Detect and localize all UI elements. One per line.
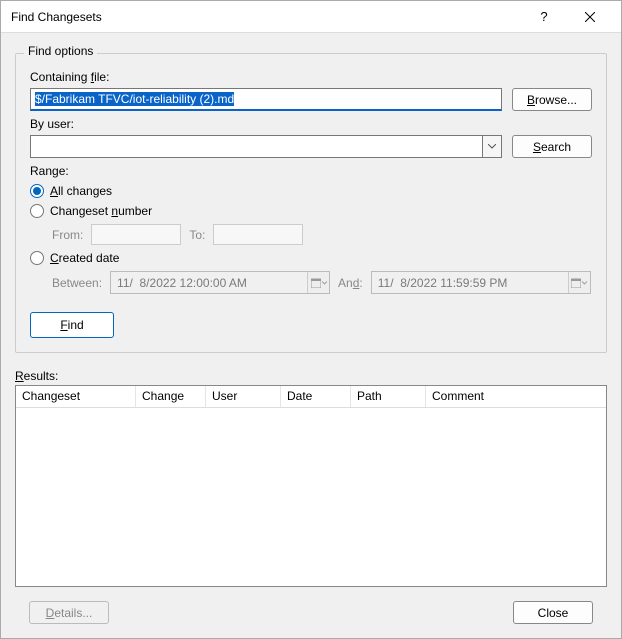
col-date[interactable]: Date xyxy=(281,386,351,407)
containing-file-input[interactable]: $/Fabrikam TFVC/iot-reliability (2).md xyxy=(30,88,502,111)
range-label: Range: xyxy=(30,164,592,178)
date-from-picker-button xyxy=(307,272,329,293)
created-date-subrow: Between: And: xyxy=(52,271,592,294)
dialog-content: Find options Containing file: $/Fabrikam… xyxy=(1,33,621,638)
close-icon xyxy=(585,12,595,22)
col-changeset[interactable]: Changeset xyxy=(16,386,136,407)
col-user[interactable]: User xyxy=(206,386,281,407)
window-title: Find Changesets xyxy=(11,10,521,24)
by-user-input[interactable] xyxy=(30,135,482,158)
close-window-button[interactable] xyxy=(567,2,613,32)
chevron-down-icon xyxy=(322,281,327,285)
col-change[interactable]: Change xyxy=(136,386,206,407)
to-label: To: xyxy=(189,228,205,242)
from-label: From: xyxy=(52,228,83,242)
radio-all-changes[interactable]: All changes xyxy=(30,184,592,198)
titlebar: Find Changesets ? xyxy=(1,1,621,33)
radio-changeset-number[interactable]: Changeset number xyxy=(30,204,592,218)
table-body xyxy=(16,408,606,586)
search-button[interactable]: Search xyxy=(512,135,592,158)
date-to-picker-button xyxy=(568,272,590,293)
by-user-dropdown-button[interactable] xyxy=(482,135,502,158)
changeset-number-subrow: From: To: xyxy=(52,224,592,245)
date-to-input xyxy=(371,271,591,294)
find-options-group: Find options Containing file: $/Fabrikam… xyxy=(15,53,607,353)
help-button[interactable]: ? xyxy=(521,2,567,32)
calendar-icon xyxy=(311,278,321,288)
col-path[interactable]: Path xyxy=(351,386,426,407)
to-input xyxy=(213,224,303,245)
by-user-label: By user: xyxy=(30,117,592,131)
find-options-title: Find options xyxy=(24,44,97,58)
and-label: And: xyxy=(338,276,363,290)
close-button[interactable]: Close xyxy=(513,601,593,624)
radio-icon xyxy=(30,204,44,218)
by-user-combo[interactable] xyxy=(30,135,502,158)
from-input xyxy=(91,224,181,245)
date-from-input xyxy=(110,271,330,294)
radio-created-date[interactable]: Created date xyxy=(30,251,592,265)
results-label: Results: xyxy=(15,369,607,383)
table-header: Changeset Change User Date Path Comment xyxy=(16,386,606,408)
between-label: Between: xyxy=(52,276,102,290)
find-button[interactable]: Find xyxy=(30,312,114,338)
calendar-icon xyxy=(571,278,581,288)
col-comment[interactable]: Comment xyxy=(426,386,606,407)
dialog-footer: Details... Close xyxy=(15,587,607,638)
chevron-down-icon xyxy=(488,144,496,149)
radio-icon xyxy=(30,251,44,265)
results-table[interactable]: Changeset Change User Date Path Comment xyxy=(15,385,607,587)
containing-file-label: Containing file: xyxy=(30,70,592,84)
find-changesets-dialog: Find Changesets ? Find options Containin… xyxy=(0,0,622,639)
radio-icon xyxy=(30,184,44,198)
browse-button[interactable]: Browse... xyxy=(512,88,592,111)
chevron-down-icon xyxy=(582,281,587,285)
details-button: Details... xyxy=(29,601,109,624)
